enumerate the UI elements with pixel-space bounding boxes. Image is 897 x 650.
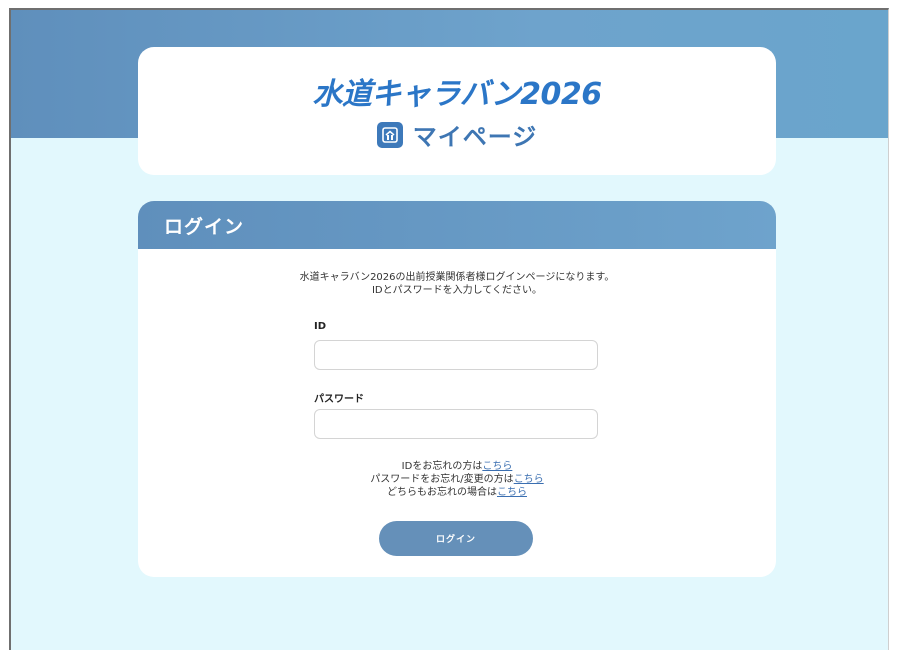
intro-line-2: IDとパスワードを入力してください。 (371, 285, 543, 296)
forgot-password-link[interactable]: こちら (514, 474, 544, 485)
login-header: ログイン (138, 201, 776, 249)
building-icon (376, 121, 403, 148)
login-intro: 水道キャラバン2026の出前授業関係者様ログインページになります。 IDとパスワ… (138, 271, 776, 297)
intro-line-1: 水道キャラバン2026の出前授業関係者様ログインページになります。 (299, 272, 615, 283)
login-title: ログイン (164, 215, 245, 238)
forgot-id-link[interactable]: こちら (482, 461, 512, 472)
mypage-label: マイページ (412, 123, 538, 151)
mypage-title: マイページ (138, 117, 776, 152)
login-card: ログイン 水道キャラバン2026の出前授業関係者様ログインページになります。 I… (138, 201, 776, 577)
header-card: 水道キャラバン2026 マイページ (138, 47, 776, 175)
login-button[interactable]: ログイン (379, 521, 533, 556)
forgot-id-text: IDをお忘れの方は (401, 461, 483, 472)
forgot-both-link[interactable]: こちら (497, 487, 527, 498)
recovery-links: IDをお忘れの方はこちら パスワードをお忘れ/変更の方はこちら どちらもお忘れの… (138, 460, 776, 499)
password-label: パスワード (314, 394, 364, 405)
forgot-both-line: どちらもお忘れの場合はこちら (138, 486, 776, 499)
id-input[interactable] (314, 340, 598, 370)
site-logo[interactable]: 水道キャラバン2026 (138, 69, 776, 113)
forgot-password-text: パスワードをお忘れ/変更の方は (370, 474, 514, 485)
forgot-both-text: どちらもお忘れの場合は (387, 487, 497, 498)
forgot-password-line: パスワードをお忘れ/変更の方はこちら (138, 473, 776, 486)
page-frame: 水道キャラバン2026 マイページ ログイン 水道キャラバン2026の出前授業関… (9, 8, 889, 650)
id-label: ID (314, 321, 327, 332)
forgot-id-line: IDをお忘れの方はこちら (138, 460, 776, 473)
password-input[interactable] (314, 409, 598, 439)
